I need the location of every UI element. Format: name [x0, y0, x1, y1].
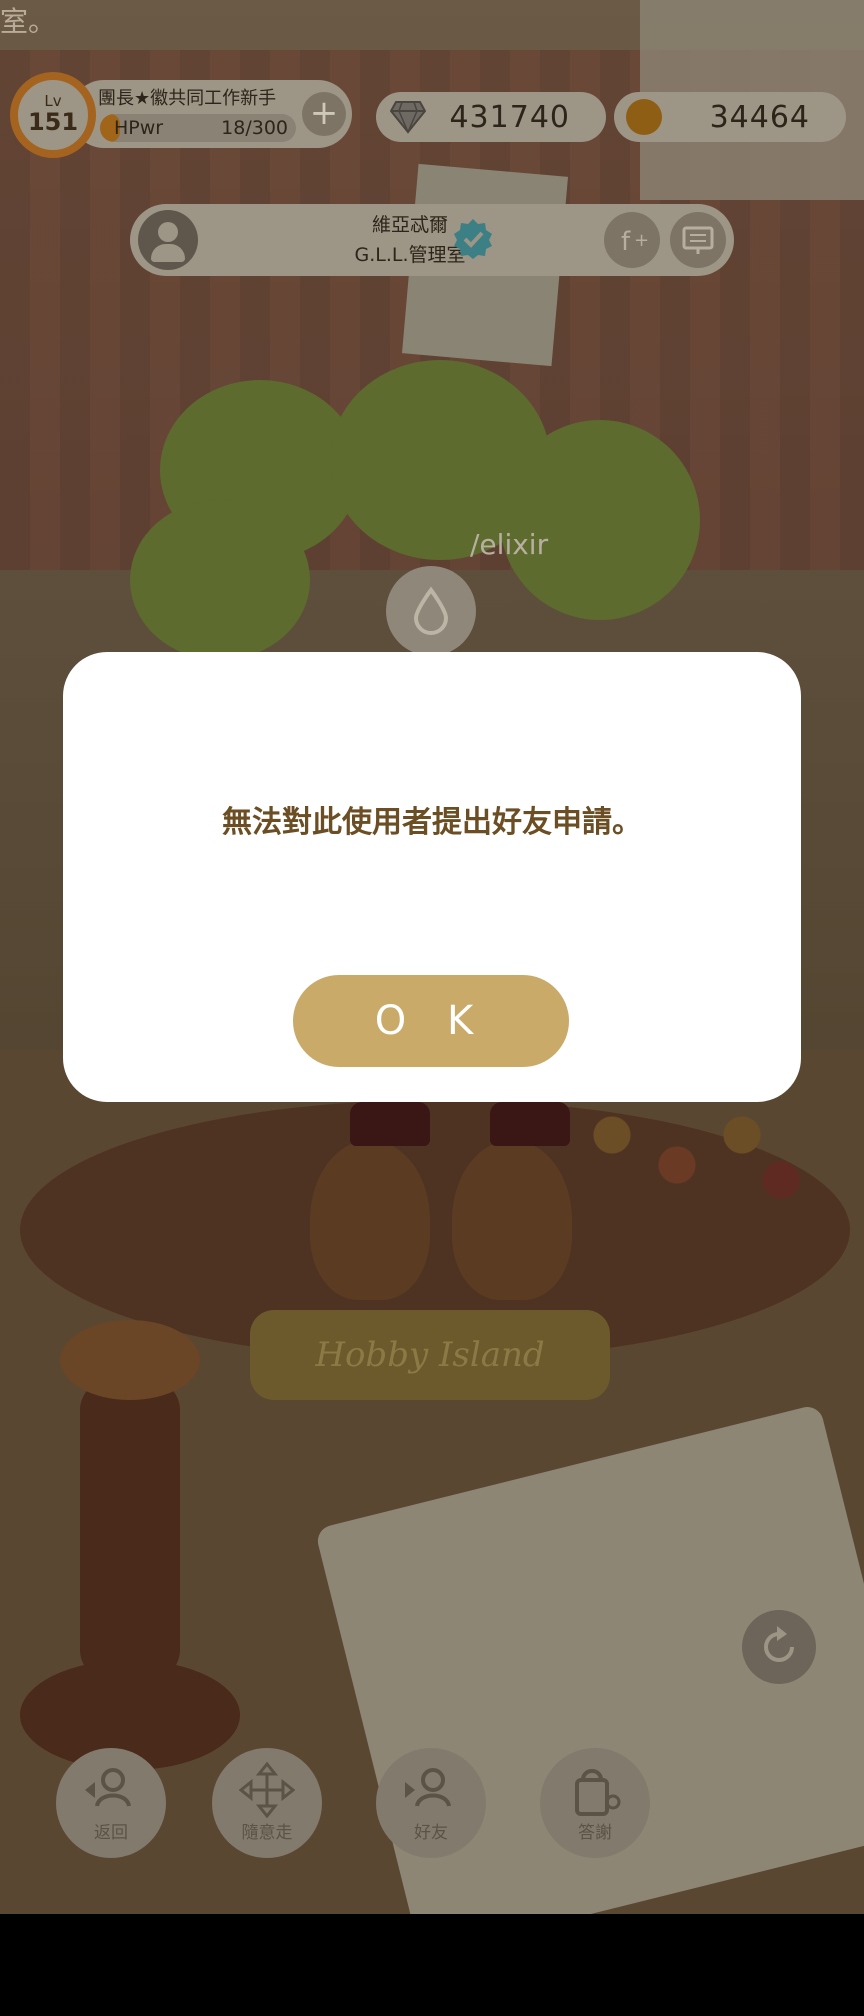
refresh-button[interactable]	[742, 1610, 816, 1684]
thanks-label: 答謝	[578, 1823, 612, 1843]
plus-icon: +	[309, 93, 339, 133]
verified-badge-icon	[454, 219, 492, 259]
coin-icon	[626, 99, 662, 135]
friends-button[interactable]: 好友	[376, 1748, 486, 1858]
soldier-hat	[490, 1102, 570, 1146]
level-badge: Lv 151	[10, 72, 96, 158]
svg-text:+: +	[634, 230, 649, 251]
bottom-bar	[0, 1914, 864, 2016]
ok-button[interactable]: O K	[293, 975, 569, 1067]
friends-label: 好友	[414, 1823, 448, 1843]
soldier-mouse	[452, 1140, 572, 1300]
soldier-hat	[350, 1102, 430, 1146]
thanks-button[interactable]: 答謝	[540, 1748, 650, 1858]
bush	[500, 420, 700, 620]
friend-user-icon	[405, 1768, 451, 1807]
hp-label: HPwr	[114, 117, 164, 139]
gift-bag-icon	[575, 1769, 621, 1816]
svg-text:f: f	[621, 227, 631, 257]
soldier-mouse	[310, 1140, 430, 1300]
back-label: 返回	[94, 1823, 128, 1843]
add-friend-button[interactable]: f +	[604, 212, 660, 268]
hp-value: 18/300	[221, 117, 288, 139]
diamond-icon	[390, 101, 426, 134]
visited-user-bar: 維亞忒爾 G.L.L.管理室 f +	[130, 204, 734, 276]
add-hp-button[interactable]: +	[302, 92, 346, 136]
coin-count: 34464	[709, 100, 810, 135]
gem-counter[interactable]: 431740	[376, 92, 606, 142]
back-icon	[85, 1768, 131, 1807]
add-friend-icon: f +	[621, 227, 649, 257]
coin-counter[interactable]: 34464	[614, 92, 846, 142]
water-drop-button[interactable]	[386, 566, 476, 656]
player-title: 團長★徽共同工作新手	[98, 88, 277, 109]
island-plaque: Hobby Island	[250, 1310, 610, 1400]
message-board-icon	[682, 226, 714, 254]
wander-label: 隨意走	[241, 1823, 293, 1843]
wander-button[interactable]: 隨意走	[212, 1748, 322, 1858]
user-avatar[interactable]	[138, 210, 198, 270]
back-button[interactable]: 返回	[56, 1748, 166, 1858]
player-status-card[interactable]: Lv 151 團長★徽共同工作新手 HPwr 18/300 +	[10, 72, 352, 158]
truncated-text: 室。	[0, 5, 57, 38]
dialog-message: 無法對此使用者提出好友申請。	[222, 805, 642, 840]
bush	[130, 500, 310, 660]
tulip-patch	[560, 1090, 820, 1240]
error-dialog: 無法對此使用者提出好友申請。 O K	[63, 652, 801, 1102]
move-arrows-icon	[239, 1762, 295, 1818]
plaque-text: Hobby Island	[315, 1335, 545, 1375]
message-board-button[interactable]	[670, 212, 726, 268]
gem-count: 431740	[449, 100, 570, 135]
hp-bar: HPwr 18/300	[100, 114, 296, 142]
elixir-label: /elixir	[470, 528, 549, 561]
level-value: 151	[27, 108, 79, 136]
stamp-top	[60, 1320, 200, 1400]
refresh-icon	[764, 1626, 794, 1662]
water-drop-icon	[413, 586, 449, 635]
stamp-handle	[80, 1380, 180, 1680]
